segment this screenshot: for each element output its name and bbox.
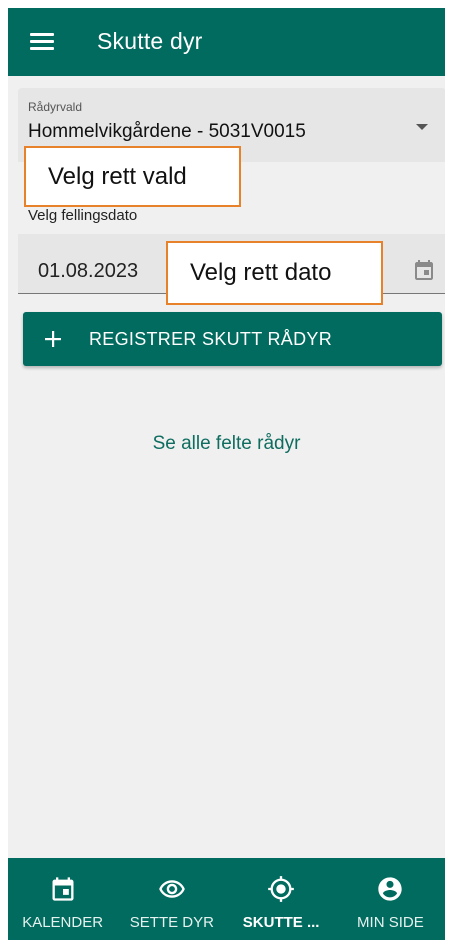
register-shot-deer-button[interactable]: REGISTRER SKUTT RÅDYR bbox=[23, 312, 442, 366]
annotation-velg-vald: Velg rett vald bbox=[24, 146, 241, 207]
nav-item-skutte-dyr[interactable]: SKUTTE ... bbox=[227, 858, 336, 940]
page-title: Skutte dyr bbox=[97, 28, 203, 54]
nav-item-min-side[interactable]: MIN SIDE bbox=[336, 858, 445, 940]
eye-icon bbox=[159, 880, 185, 898]
calendar-icon bbox=[52, 877, 74, 901]
nav-label-sette-dyr: SETTE DYR bbox=[129, 914, 214, 931]
app-bar: Skutte dyr bbox=[8, 8, 445, 76]
nav-label-skutte-dyr: SKUTTE ... bbox=[242, 914, 320, 931]
calendar-icon[interactable] bbox=[412, 258, 436, 282]
bottom-navigation: KALENDER SETTE DYR SKUTTE ... MIN SIDE bbox=[8, 858, 445, 940]
nav-label-kalender: KALENDER bbox=[22, 914, 104, 931]
radyrvald-label: Rådyrvald bbox=[28, 100, 83, 114]
app-screen: Skutte dyr Rådyrvald Hommelvikgårdene - … bbox=[8, 8, 445, 940]
crosshair-icon bbox=[268, 876, 294, 902]
plus-icon bbox=[45, 331, 61, 347]
register-button-label: REGISTRER SKUTT RÅDYR bbox=[89, 329, 332, 349]
nav-label-min-side: MIN SIDE bbox=[357, 914, 424, 931]
radyrvald-value: Hommelvikgårdene - 5031V0015 bbox=[28, 121, 306, 142]
see-all-felled-deer-link[interactable]: Se alle felte rådyr bbox=[8, 433, 445, 455]
dropdown-arrow-icon[interactable] bbox=[416, 124, 428, 130]
nav-item-sette-dyr[interactable]: SETTE DYR bbox=[117, 858, 226, 940]
account-icon bbox=[378, 877, 403, 901]
fellingsdato-label: Velg fellingsdato bbox=[28, 207, 138, 224]
menu-icon[interactable] bbox=[30, 32, 56, 52]
annotation-velg-dato: Velg rett dato bbox=[166, 241, 383, 305]
nav-item-kalender[interactable]: KALENDER bbox=[8, 858, 117, 940]
fellingsdato-value: 01.08.2023 bbox=[38, 260, 139, 282]
